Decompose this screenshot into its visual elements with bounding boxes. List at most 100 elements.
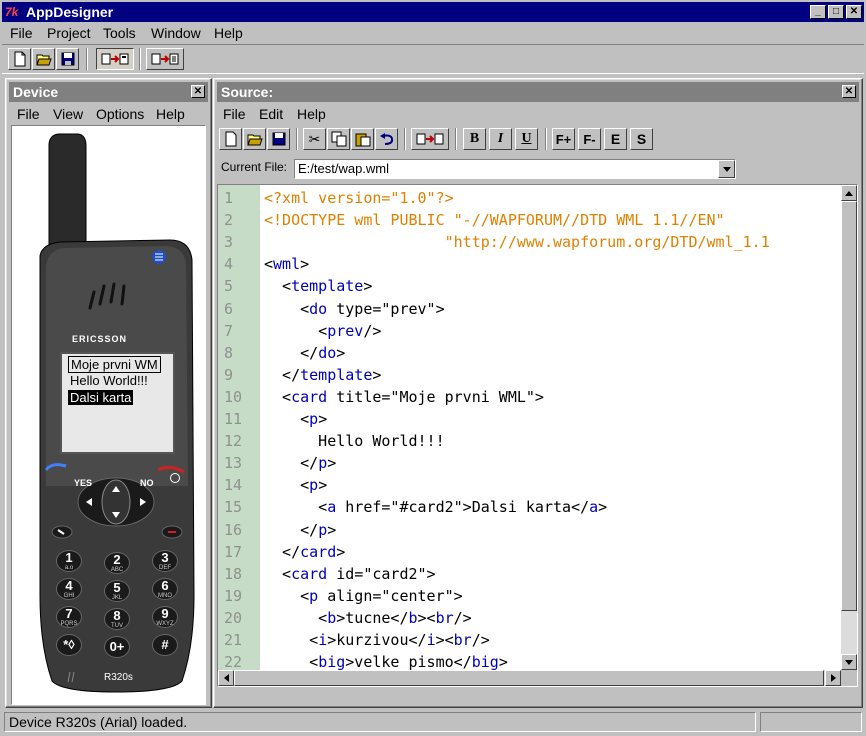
- toolbar-separator: [86, 48, 88, 70]
- font-smaller-button[interactable]: F-: [578, 128, 601, 150]
- cut-button[interactable]: ✂: [303, 128, 326, 150]
- menu-project[interactable]: Project: [47, 25, 91, 41]
- font-bigger-button[interactable]: F+: [552, 128, 575, 150]
- line-number: 9: [224, 365, 234, 384]
- device-panel-close-button[interactable]: ✕: [191, 85, 205, 98]
- paste-icon: [355, 133, 370, 147]
- line-number: 22: [224, 653, 243, 672]
- key-7[interactable]: 7 PQRS: [56, 606, 82, 628]
- source-editor[interactable]: 1234567891011121314151617181920212223 <?…: [217, 184, 858, 687]
- menu-bar: File Project Tools Window Help: [2, 22, 864, 44]
- toolbar-separator: [139, 48, 141, 70]
- code-line: </card>: [264, 542, 346, 561]
- vertical-scroll-thumb[interactable]: [841, 201, 857, 611]
- line-number: 18: [224, 564, 243, 583]
- strong-button[interactable]: S: [630, 128, 653, 150]
- key-8[interactable]: 8 TUV: [104, 608, 130, 630]
- device-view-icon: [101, 53, 129, 65]
- emphasis-button[interactable]: E: [604, 128, 627, 150]
- title-bar: 7k AppDesigner _ □ ✕: [2, 2, 864, 22]
- source-save-button[interactable]: [267, 128, 290, 150]
- italic-button[interactable]: I: [489, 128, 512, 150]
- line-number: 1: [224, 189, 234, 207]
- line-number: 3: [224, 233, 234, 252]
- menu-help[interactable]: Help: [214, 25, 243, 41]
- key-9[interactable]: 9 WXYZ: [152, 606, 178, 628]
- new-file-icon: [225, 131, 236, 147]
- current-file-value: E:/test/wap.wml: [298, 161, 390, 176]
- source-open-button[interactable]: [243, 128, 266, 150]
- key-0[interactable]: 0+: [104, 636, 130, 658]
- key-4[interactable]: 4 GHI: [56, 578, 82, 600]
- key-1[interactable]: 1 a.o: [56, 550, 82, 572]
- underline-button[interactable]: U: [515, 128, 538, 150]
- code-line: <card title="Moje prvni WML">: [264, 387, 544, 406]
- horizontal-scroll-thumb[interactable]: [234, 670, 824, 686]
- source-view-button[interactable]: [146, 48, 184, 70]
- source-panel-header: Source: ✕: [217, 82, 859, 102]
- new-file-icon: [14, 51, 25, 67]
- preview-button[interactable]: [411, 128, 449, 150]
- code-line: </template>: [264, 365, 382, 384]
- device-viewport: ERICSSON Moje prvni WM Hello World!!! Da…: [11, 125, 206, 705]
- source-new-button[interactable]: [219, 128, 242, 150]
- key-3[interactable]: 3 DEF: [152, 550, 178, 572]
- menu-tools[interactable]: Tools: [103, 25, 136, 41]
- code-line: Hello World!!!: [264, 432, 445, 451]
- scroll-down-button[interactable]: [841, 654, 857, 670]
- phone-model: R320s: [104, 672, 133, 683]
- device-menu-file[interactable]: File: [17, 106, 40, 122]
- paste-button[interactable]: [351, 128, 374, 150]
- key-star[interactable]: *◊: [56, 634, 82, 656]
- line-number: 21: [224, 631, 243, 649]
- line-number-gutter: 1234567891011121314151617181920212223: [218, 185, 260, 686]
- maximize-button[interactable]: □: [828, 5, 844, 19]
- line-number: 11: [224, 410, 243, 428]
- softkey-no[interactable]: NO: [140, 478, 154, 488]
- line-number: 5: [224, 277, 234, 296]
- current-file-select[interactable]: E:/test/wap.wml: [294, 159, 736, 179]
- bold-button[interactable]: B: [463, 128, 486, 150]
- device-view-button[interactable]: [96, 48, 134, 70]
- minimize-button[interactable]: _: [810, 5, 826, 19]
- open-file-button[interactable]: [32, 48, 55, 70]
- preview-icon: [416, 133, 444, 145]
- key-2[interactable]: 2 ABC: [104, 552, 130, 574]
- source-menu-help[interactable]: Help: [297, 106, 326, 122]
- source-menu-edit[interactable]: Edit: [259, 106, 283, 122]
- device-menu-options[interactable]: Options: [96, 106, 144, 122]
- key-5[interactable]: 5 JKL: [104, 580, 130, 602]
- line-number: 16: [224, 520, 243, 539]
- code-line: <do type="prev">: [264, 299, 445, 318]
- menu-window[interactable]: Window: [151, 25, 201, 41]
- device-menu-help[interactable]: Help: [156, 106, 185, 122]
- code-line: <card id="card2">: [264, 564, 436, 583]
- scissors-icon: ✂: [308, 130, 321, 147]
- arrow-left-icon: [223, 674, 229, 682]
- save-button[interactable]: [56, 48, 79, 70]
- save-disk-icon: [272, 132, 285, 146]
- power-icon[interactable]: [170, 473, 180, 483]
- source-panel-close-button[interactable]: ✕: [842, 85, 856, 98]
- device-menu-view[interactable]: View: [53, 106, 83, 122]
- status-pane-secondary: [760, 712, 862, 732]
- close-button[interactable]: ✕: [846, 5, 862, 19]
- key-6[interactable]: 6 MNO: [152, 578, 178, 600]
- code-line: <a href="#card2">Dalsi karta</a>: [264, 498, 608, 517]
- source-menu-file[interactable]: File: [223, 106, 246, 122]
- scroll-right-button[interactable]: [825, 670, 841, 686]
- display-link-selected[interactable]: Dalsi karta: [68, 390, 134, 405]
- scroll-up-button[interactable]: [841, 185, 857, 201]
- scroll-left-button[interactable]: [218, 670, 234, 686]
- code-line: <b>tucne</b><br/>: [264, 608, 472, 627]
- key-hash[interactable]: #: [152, 634, 178, 656]
- dropdown-button[interactable]: [718, 160, 735, 178]
- copy-button[interactable]: [327, 128, 350, 150]
- code-line: <?xml version="1.0"?>: [264, 189, 454, 207]
- menu-file[interactable]: File: [10, 25, 33, 41]
- code-line: <p align="center">: [264, 586, 463, 605]
- scroll-corner: [841, 670, 857, 686]
- undo-button[interactable]: [375, 128, 398, 150]
- softkey-yes[interactable]: YES: [74, 478, 92, 488]
- new-file-button[interactable]: [8, 48, 31, 70]
